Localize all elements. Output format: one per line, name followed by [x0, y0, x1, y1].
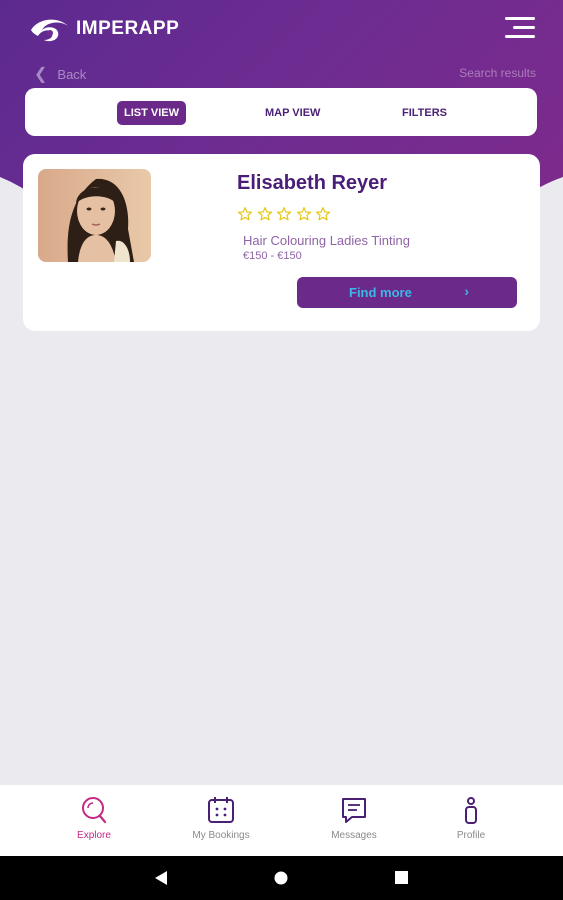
chevron-left-icon: ❮	[34, 66, 48, 83]
recents-square-icon[interactable]	[395, 871, 408, 884]
menu-icon[interactable]	[505, 17, 535, 41]
price-range: €150 - €150	[243, 250, 302, 262]
view-tabs: LIST VIEW MAP VIEW FILTERS	[25, 88, 537, 136]
star-outline-icon	[296, 207, 311, 221]
star-outline-icon	[276, 207, 292, 221]
nav-my-bookings[interactable]: My Bookings	[186, 795, 256, 841]
app-logo: IMPERAPP	[28, 14, 179, 44]
tab-list-view[interactable]: LIST VIEW	[117, 101, 186, 125]
back-label: Back	[57, 66, 87, 82]
nav-label: Explore	[77, 830, 111, 841]
star-outline-icon	[237, 207, 253, 221]
find-more-label: Find more	[349, 285, 412, 300]
search-icon	[82, 797, 107, 824]
tab-filters[interactable]: FILTERS	[402, 101, 447, 125]
bottom-navigation: Explore My Bookings Messages Profile	[0, 785, 563, 856]
nav-profile[interactable]: Profile	[452, 795, 490, 841]
nav-label: My Bookings	[192, 830, 250, 841]
message-icon	[342, 798, 366, 823]
profile-icon	[465, 797, 477, 824]
nav-messages[interactable]: Messages	[326, 795, 382, 841]
page-label: Search results	[459, 66, 536, 80]
rating-stars	[237, 206, 335, 222]
home-circle-icon[interactable]	[274, 871, 288, 885]
service-description: Hair Colouring Ladies Tinting	[243, 233, 410, 248]
back-triangle-icon[interactable]	[154, 870, 168, 886]
app-name: IMPERAPP	[76, 18, 180, 39]
result-card: Elisabeth Reyer Hair Colouring Ladies Ti…	[23, 154, 540, 331]
nav-label: Profile	[456, 830, 486, 841]
nav-label: Messages	[331, 830, 377, 841]
chevron-right-icon: ›	[464, 283, 469, 299]
system-navigation-bar	[0, 856, 563, 900]
find-more-button[interactable]: Find more ›	[297, 277, 517, 308]
logo-swirl-icon	[31, 19, 68, 42]
nav-explore[interactable]: Explore	[74, 795, 114, 841]
calendar-icon	[208, 797, 234, 823]
star-outline-icon	[257, 207, 272, 221]
star-outline-icon	[315, 207, 331, 221]
provider-name[interactable]: Elisabeth Reyer	[237, 172, 387, 195]
back-button[interactable]: ❮ Back	[34, 64, 86, 84]
tab-map-view[interactable]: MAP VIEW	[265, 101, 320, 125]
profile-photo[interactable]	[38, 169, 151, 262]
